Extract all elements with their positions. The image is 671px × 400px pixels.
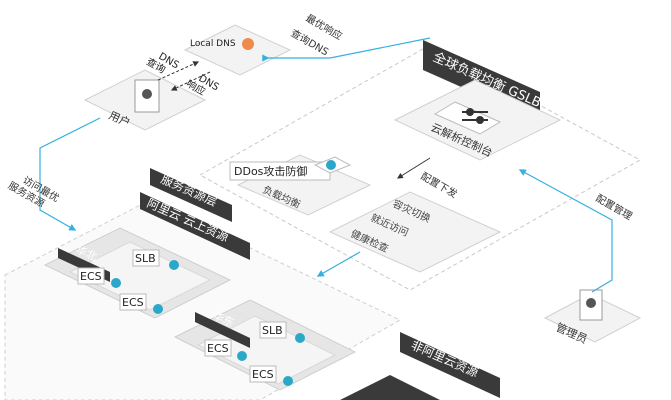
dns-globe-icon xyxy=(242,38,254,50)
north-slb-label: SLB xyxy=(135,252,156,265)
admin-node: 管理员 xyxy=(543,289,642,346)
local-dns-gslb-line xyxy=(262,37,431,62)
east-slb-label: SLB xyxy=(262,324,283,337)
config-manage-label: 配置管理 xyxy=(594,191,635,222)
user-person-icon xyxy=(142,89,152,99)
ddos-label: DDos攻击防御 xyxy=(234,164,307,178)
north-ecs2-label: ECS xyxy=(122,296,144,309)
user-to-service-line xyxy=(39,117,101,231)
diagram-canvas: 全球负载均衡 GSLB 云解析控制台 配置下发 DDos攻击防御 负载均衡 容灾… xyxy=(4,11,642,400)
east-slb-icon xyxy=(295,333,305,343)
north-ecs1-icon xyxy=(111,278,121,288)
east-ecs2-label: ECS xyxy=(252,368,274,381)
north-slb-icon xyxy=(169,260,179,270)
shield-icon xyxy=(326,160,336,170)
admin-person-icon xyxy=(586,298,596,308)
north-ecs2-icon xyxy=(153,304,163,314)
access-label: 访问最优服务资源 xyxy=(6,168,62,215)
gslb-architecture-diagram: 全球负载均衡 GSLB 云解析控制台 配置下发 DDos攻击防御 负载均衡 容灾… xyxy=(0,0,671,400)
north-ecs1-label: ECS xyxy=(80,270,102,283)
east-ecs1-icon xyxy=(237,351,247,361)
local-dns-node: Local DNS xyxy=(183,24,292,76)
east-ecs1-label: ECS xyxy=(207,342,229,355)
east-ecs2-icon xyxy=(283,376,293,386)
non-aliyun-region-partial xyxy=(340,375,440,400)
functions-to-service-arrow xyxy=(316,251,361,277)
local-dns-label: Local DNS xyxy=(190,39,236,49)
user-node: 用户 xyxy=(83,69,207,131)
